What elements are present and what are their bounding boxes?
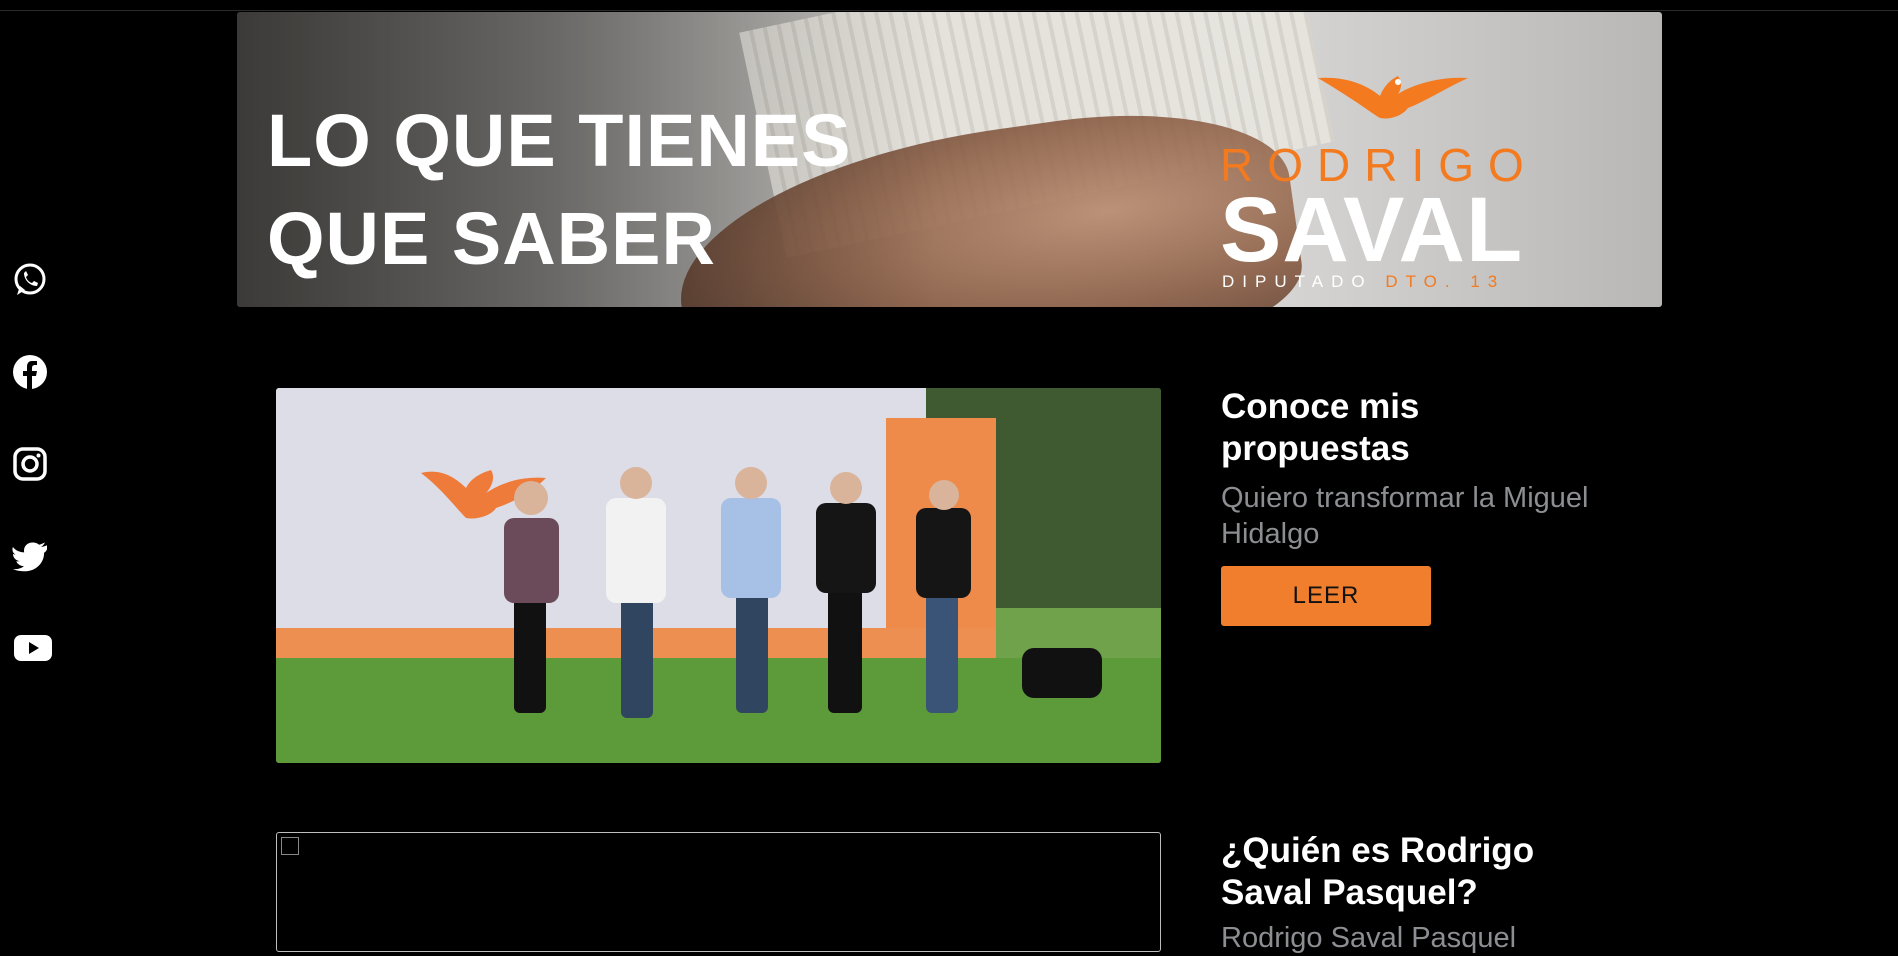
banner-title-line-2: QUE SABER bbox=[267, 197, 716, 280]
about-card: ¿Quién es Rodrigo Saval Pasquel? Rodrigo… bbox=[1221, 830, 1601, 956]
logo-subtitle: DIPUTADO DTO. 13 bbox=[1222, 272, 1505, 292]
logo-surname: SAVAL bbox=[1220, 179, 1524, 281]
top-divider bbox=[0, 10, 1898, 11]
proposals-card: Conoce mis propuestas Quiero transformar… bbox=[1221, 386, 1601, 626]
whatsapp-icon bbox=[14, 263, 46, 295]
banner-title: LO QUE TIENES QUE SABER bbox=[267, 92, 852, 288]
eagle-logo-icon bbox=[1318, 76, 1468, 119]
logo-sub-prefix: DIPUTADO bbox=[1222, 272, 1386, 291]
card-description: Quiero transformar la Miguel Hidalgo bbox=[1221, 482, 1589, 550]
candidate-logo: RODRIGO SAVAL DIPUTADO DTO. 13 bbox=[1220, 72, 1580, 297]
card-title: Conoce mis propuestas bbox=[1221, 387, 1420, 468]
youtube-link[interactable] bbox=[12, 630, 52, 670]
banner-title-line-1: LO QUE TIENES bbox=[267, 99, 852, 182]
instagram-icon bbox=[13, 447, 47, 481]
facebook-icon bbox=[13, 355, 47, 389]
campaign-photo-illustration bbox=[276, 388, 1161, 763]
card-description: Rodrigo Saval Pasquel bbox=[1221, 922, 1517, 954]
logo-district: DTO. 13 bbox=[1385, 272, 1506, 291]
hero-banner: LO QUE TIENES QUE SABER RODRIGO SAVAL DI… bbox=[237, 12, 1662, 307]
whatsapp-link[interactable] bbox=[12, 262, 52, 302]
read-button[interactable]: LEER bbox=[1221, 566, 1431, 626]
card-title: ¿Quién es Rodrigo Saval Pasquel? bbox=[1221, 831, 1535, 912]
instagram-link[interactable] bbox=[12, 446, 52, 486]
broken-image-icon bbox=[281, 837, 299, 855]
broken-image bbox=[276, 832, 1161, 952]
campaign-event-photo bbox=[276, 388, 1161, 763]
twitter-link[interactable] bbox=[12, 538, 52, 578]
twitter-icon bbox=[12, 542, 48, 572]
facebook-link[interactable] bbox=[12, 354, 52, 394]
youtube-icon bbox=[14, 635, 52, 661]
